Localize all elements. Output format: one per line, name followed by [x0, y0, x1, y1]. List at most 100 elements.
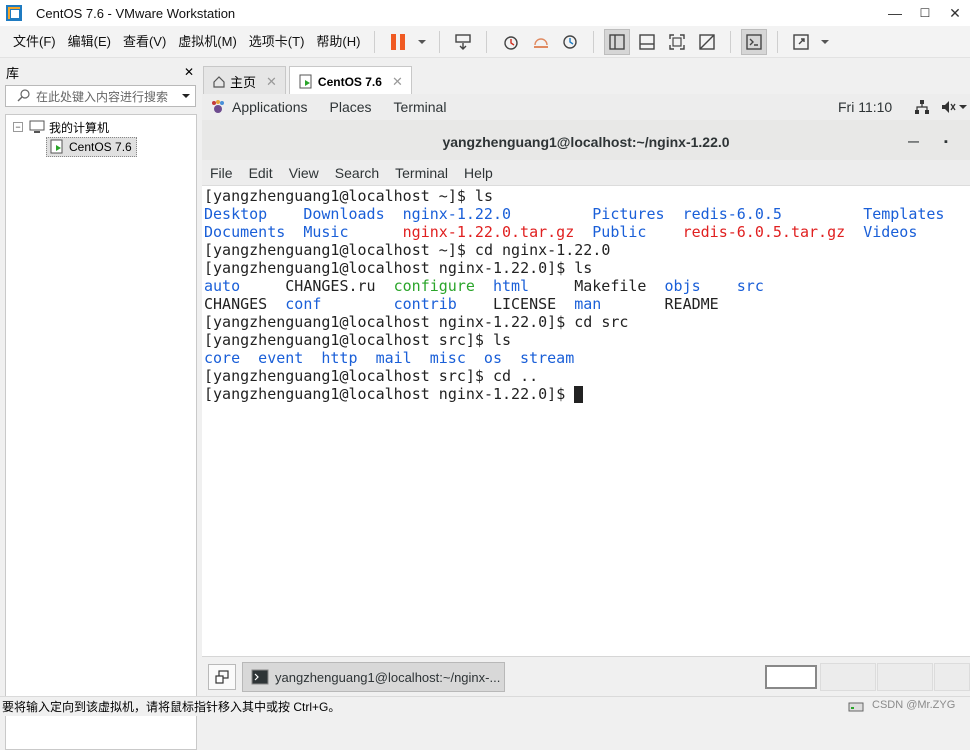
terminal-line: [yangzhenguang1@localhost nginx-1.22.0]$ [203, 385, 969, 403]
terminal-minimize-button[interactable]: — [908, 136, 919, 148]
terminal-token: redis-6.0.5 [682, 205, 782, 223]
terminal-token: [yangzhenguang1@localhost src]$ ls [204, 331, 512, 349]
workspace-1[interactable] [765, 665, 817, 689]
terminal-token: [yangzhenguang1@localhost nginx-1.22.0]$… [204, 313, 629, 331]
terminal-token: Public [592, 223, 647, 241]
maximize-button[interactable]: ☐ [910, 0, 940, 26]
menu-view[interactable]: 查看(V) [117, 31, 172, 53]
terminal-line: [yangzhenguang1@localhost nginx-1.22.0]$… [203, 313, 969, 331]
thumbnail-view-button[interactable] [634, 29, 660, 55]
terminal-token: [yangzhenguang1@localhost src]$ cd .. [204, 367, 539, 385]
terminal-menu-terminal[interactable]: Terminal [387, 165, 456, 181]
terminal-token: http [321, 349, 358, 367]
tab-label: CentOS 7.6 [317, 74, 382, 89]
tab-home[interactable]: 主页 ✕ [203, 66, 286, 96]
hard-disk-icon[interactable] [848, 701, 864, 713]
vmware-logo-icon [6, 5, 22, 21]
terminal-menu-help[interactable]: Help [456, 165, 501, 181]
terminal-title: yangzhenguang1@localhost:~/nginx-1.22.0 [442, 133, 730, 150]
close-button[interactable]: ✕ [940, 0, 970, 26]
stretch-icon [793, 33, 810, 50]
tab-close-icon[interactable]: ✕ [266, 74, 277, 90]
chevron-down-icon[interactable] [958, 104, 968, 110]
workspace-2[interactable] [820, 663, 876, 691]
terminal-token: Makefile [574, 277, 647, 295]
taskbar-window-button[interactable]: yangzhenguang1@localhost:~/nginx-... [242, 662, 505, 692]
show-desktop-button[interactable] [208, 664, 236, 690]
terminal-token: objs [664, 277, 701, 295]
search-icon [17, 89, 30, 102]
terminal-menu-search[interactable]: Search [327, 165, 387, 181]
terminal-cursor [574, 386, 584, 403]
terminal-token: mail [375, 349, 412, 367]
terminal-line: auto CHANGES.ru configure html Makefile objs s… [203, 277, 969, 295]
vm-running-icon [299, 74, 312, 88]
menu-file[interactable]: 文件(F) [7, 31, 62, 53]
snapshot-button[interactable] [497, 29, 523, 55]
terminal-token: Documents [204, 223, 286, 241]
snapshot-manager-button[interactable] [557, 29, 583, 55]
home-icon [213, 75, 225, 88]
terminal-output[interactable]: [yangzhenguang1@localhost ~]$ ls Desktop D… [203, 187, 969, 656]
send-ctrl-alt-del-button[interactable] [450, 29, 476, 55]
toolbar-divider [486, 30, 488, 53]
terminal-token: nginx-1.22.0.tar.gz [402, 223, 575, 241]
tab-close-icon[interactable]: ✕ [392, 74, 403, 90]
menu-vm[interactable]: 虚拟机(M) [172, 31, 243, 53]
terminal-token: configure [393, 277, 475, 295]
chevron-down-icon[interactable] [181, 93, 191, 99]
unity-button[interactable] [694, 29, 720, 55]
network-icon[interactable] [914, 99, 930, 115]
terminal-token: redis-6.0.5.tar.gz [682, 223, 846, 241]
tree-expander-icon[interactable]: − [13, 122, 23, 132]
tree-item-centos[interactable]: CentOS 7.6 [46, 137, 137, 157]
terminal-token: Videos [863, 223, 918, 241]
terminal-menu-file[interactable]: File [202, 165, 241, 181]
show-desktop-icon [215, 670, 229, 684]
volume-icon[interactable] [940, 99, 956, 115]
tab-label: 主页 [230, 75, 257, 90]
menu-help[interactable]: 帮助(H) [310, 31, 366, 53]
stretch-dropdown[interactable] [818, 29, 832, 55]
toolbar-divider [593, 30, 595, 53]
menu-edit[interactable]: 编辑(E) [62, 31, 117, 53]
terminal-token: Downloads [303, 205, 385, 223]
revert-snapshot-button[interactable] [527, 29, 553, 55]
terminal-token: nginx-1.22.0 [402, 205, 512, 223]
fullscreen-button[interactable] [664, 29, 690, 55]
stretch-guest-button[interactable] [788, 29, 814, 55]
terminal-titlebar: yangzhenguang1@localhost:~/nginx-1.22.0 … [202, 120, 970, 164]
terminal-token: [yangzhenguang1@localhost nginx-1.22.0]$… [204, 259, 593, 277]
gnome-places-menu[interactable]: Places [330, 99, 372, 115]
minimize-button[interactable]: — [880, 0, 910, 26]
tab-centos[interactable]: CentOS 7.6 ✕ [288, 66, 412, 96]
vm-taskbar: yangzhenguang1@localhost:~/nginx-... [202, 656, 970, 696]
console-view-button[interactable] [741, 28, 768, 55]
status-hint: 要将输入定向到该虚拟机，请将鼠标指针移入其中或按 Ctrl+G。 [2, 700, 341, 714]
terminal-menu-view[interactable]: View [281, 165, 327, 181]
library-header: 库 ✕ [0, 60, 200, 84]
sidebar-layout-icon [609, 33, 626, 50]
gnome-clock[interactable]: Fri 11:10 [838, 99, 892, 115]
gnome-applications-menu[interactable]: Applications [232, 99, 308, 115]
terminal-close-button[interactable]: ▪ [944, 136, 948, 148]
library-search-input[interactable]: 在此处键入内容进行搜索 [5, 85, 196, 107]
library-close-button[interactable]: ✕ [184, 65, 194, 79]
vm-display[interactable]: Applications Places Terminal Fri 11:10 y… [202, 94, 970, 656]
fullscreen-icon [669, 33, 686, 50]
taskbar-window-label: yangzhenguang1@localhost:~/nginx-... [275, 669, 501, 685]
gnome-top-bar: Applications Places Terminal Fri 11:10 [202, 94, 970, 120]
pause-button[interactable] [385, 29, 411, 55]
workspace-4[interactable] [934, 663, 970, 691]
gnome-terminal-menu[interactable]: Terminal [394, 99, 447, 115]
library-view-button[interactable] [604, 28, 631, 55]
tree-item-my-computer[interactable]: − 我的计算机 [13, 117, 109, 137]
terminal-token: misc [429, 349, 466, 367]
terminal-token: stream [520, 349, 575, 367]
power-dropdown[interactable] [415, 29, 429, 55]
workspace-3[interactable] [877, 663, 933, 691]
library-tree: − 我的计算机 CentOS 7.6 [5, 114, 197, 750]
terminal-menubar: File Edit View Search Terminal Help [202, 160, 970, 186]
terminal-menu-edit[interactable]: Edit [241, 165, 281, 181]
menu-tabs[interactable]: 选项卡(T) [243, 31, 311, 53]
